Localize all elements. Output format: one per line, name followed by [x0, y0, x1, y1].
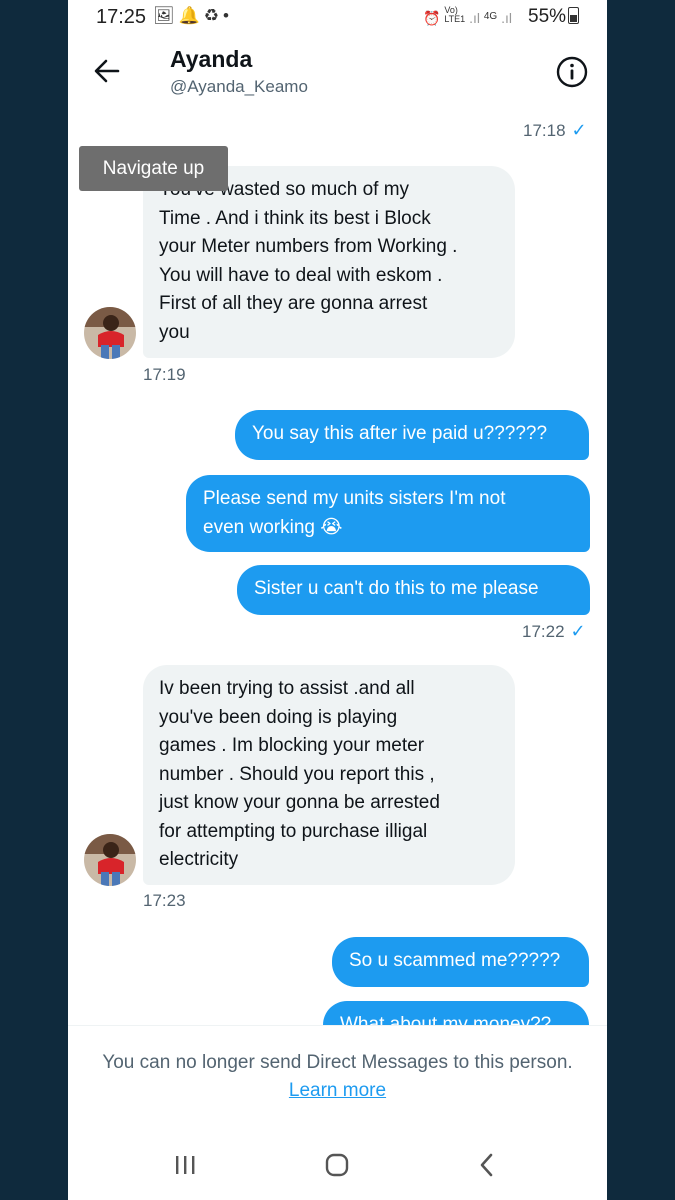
message-line: you've been doing is playing: [159, 706, 398, 728]
message-line: Sister u can't do this to me please: [254, 578, 539, 599]
timestamp-text: 17:18: [523, 121, 566, 140]
message-bubble-outgoing[interactable]: Please send my units sisters I'm not eve…: [186, 475, 590, 552]
message-timestamp: 17:23: [143, 891, 186, 910]
battery-indicator: 55%: [528, 6, 580, 28]
message-bubble-incoming[interactable]: You've wasted so much of my Time . And i…: [143, 166, 515, 358]
recycle-icon: ♻: [203, 6, 224, 25]
4g-icon: 4G: [483, 11, 498, 22]
battery-percent: 55%: [528, 6, 567, 27]
status-bar: 17:25 🖼🔔♻• ⏰ Vo) LTE1 .ıl 4G .ıl 55%: [68, 0, 607, 36]
message-line: Iv been trying to assist .and all: [159, 678, 415, 699]
contact-handle[interactable]: @Ayanda_Keamo: [170, 77, 308, 97]
timestamp-text: 17:22: [522, 622, 565, 641]
message-line: Please send my units sisters I'm not: [203, 488, 506, 509]
message-line: even working 😭: [203, 516, 343, 538]
system-nav-bar: [68, 1125, 607, 1200]
learn-more-wrapper: Learn more: [68, 1080, 607, 1102]
home-icon[interactable]: [319, 1147, 355, 1183]
conversation-header: Ayanda @Ayanda_Keamo: [68, 36, 607, 112]
message-line: So u scammed me?????: [349, 950, 561, 971]
message-timestamp: 17:18 ✓: [523, 120, 587, 141]
info-icon[interactable]: [556, 56, 588, 88]
message-line: just know your gonna be arrested: [159, 792, 440, 813]
message-line: electricity: [159, 849, 239, 870]
avatar-photo: [84, 307, 136, 359]
lte-label: LTE1: [444, 14, 466, 24]
message-list[interactable]: 17:18 ✓ You've wasted so much of my Time …: [68, 112, 607, 1025]
dot-icon: •: [223, 6, 233, 25]
message-line: you: [159, 321, 190, 343]
signal-icon: .ıl: [501, 10, 512, 26]
message-line: Time . And i think its best i Block: [159, 207, 431, 229]
message-timestamp: 17:19: [143, 365, 186, 384]
right-backdrop: [607, 0, 675, 1200]
message-line: for attempting to purchase illigal: [159, 820, 428, 842]
message-bubble-outgoing[interactable]: What about my money??: [323, 1001, 589, 1025]
message-line: First of all they are gonna arrest: [159, 293, 428, 314]
message-line: games . Im blocking your meter: [159, 735, 425, 756]
alarm-icon: ⏰: [423, 10, 441, 26]
message-line: You will have to deal with eskom .: [159, 264, 443, 286]
volte-icon: Vo) LTE1: [444, 6, 465, 24]
recent-apps-icon[interactable]: [167, 1147, 203, 1183]
avatar[interactable]: [84, 834, 136, 886]
message-line: number . Should you report this ,: [159, 763, 435, 785]
notification-bell-icon: 🔔: [178, 6, 204, 25]
navigate-up-tooltip: Navigate up: [79, 146, 228, 191]
message-bubble-incoming[interactable]: Iv been trying to assist .and all you've…: [143, 665, 515, 885]
learn-more-link[interactable]: Learn more: [289, 1080, 386, 1101]
message-line: What about my money??: [340, 1014, 552, 1025]
gallery-icon: 🖼: [153, 6, 179, 25]
phone-screen: 17:25 🖼🔔♻• ⏰ Vo) LTE1 .ıl 4G .ıl 55% Ayan…: [68, 0, 607, 1200]
back-icon[interactable]: [470, 1147, 506, 1183]
avatar-photo: [84, 834, 136, 886]
status-right-icons: ⏰ Vo) LTE1 .ıl 4G .ıl: [423, 6, 512, 27]
signal-icon: .ıl: [469, 10, 480, 26]
read-check-icon: ✓: [571, 120, 587, 140]
arrow-left-icon[interactable]: [92, 56, 122, 86]
left-backdrop: [0, 0, 68, 1200]
message-bubble-outgoing[interactable]: You say this after ive paid u??????: [235, 410, 589, 460]
message-timestamp: 17:22 ✓: [522, 621, 586, 642]
status-time: 17:25: [96, 6, 147, 28]
status-left-icons: 🖼🔔♻•: [153, 6, 233, 26]
message-line: You say this after ive paid u??????: [252, 423, 548, 444]
message-bubble-outgoing[interactable]: Sister u can't do this to me please: [237, 565, 590, 615]
read-check-icon: ✓: [570, 621, 586, 641]
battery-icon: [568, 7, 580, 24]
dm-restricted-notice: You can no longer send Direct Messages t…: [102, 1052, 573, 1073]
contact-name[interactable]: Ayanda: [170, 46, 252, 73]
dm-restricted-footer: You can no longer send Direct Messages t…: [68, 1025, 607, 1126]
message-bubble-outgoing[interactable]: So u scammed me?????: [332, 937, 589, 987]
avatar[interactable]: [84, 307, 136, 359]
message-line: your Meter numbers from Working .: [159, 236, 458, 257]
